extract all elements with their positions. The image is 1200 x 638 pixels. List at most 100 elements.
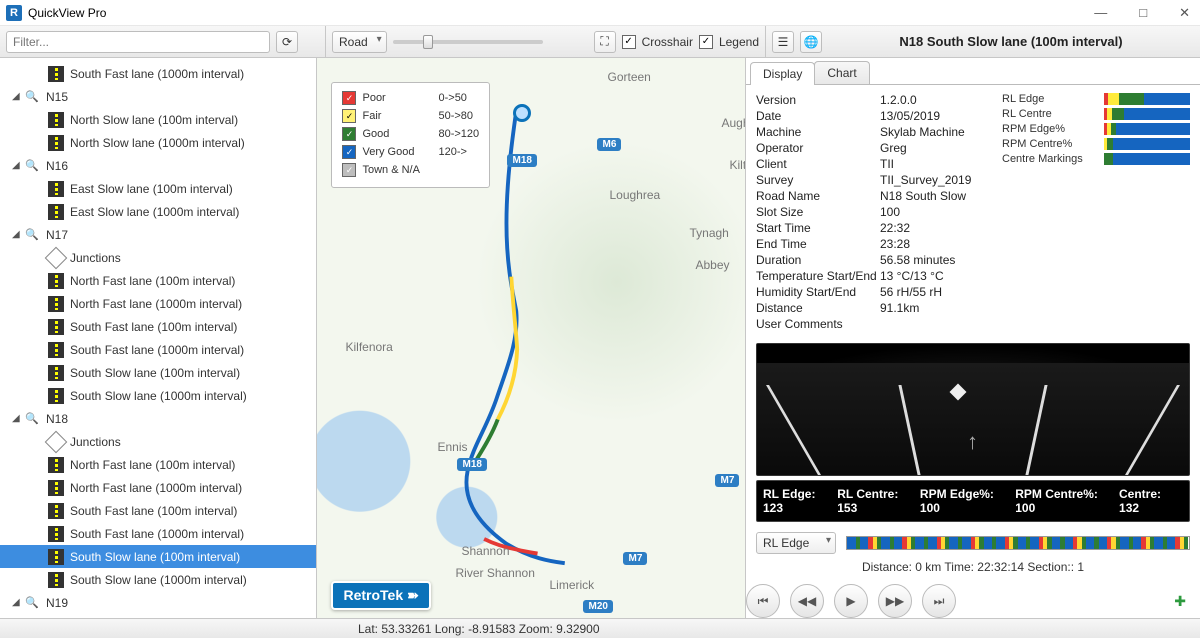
refresh-button[interactable]: ⟳ [276, 31, 298, 53]
tree-item[interactable]: South Fast lane (100m interval) [0, 315, 316, 338]
tree-item[interactable]: North Fast lane (100m interval) [0, 453, 316, 476]
road-badge: M18 [457, 458, 486, 471]
filter-input[interactable] [6, 31, 270, 53]
detail-value: 22:32 [880, 221, 990, 235]
detail-value: Greg [880, 141, 990, 155]
tree-group[interactable]: ◢🔍N18 [0, 407, 316, 430]
detail-value: TII [880, 157, 990, 171]
tab-chart[interactable]: Chart [814, 61, 869, 84]
legend-swatch [342, 145, 356, 159]
tree-item[interactable]: East Slow lane (100m interval) [0, 177, 316, 200]
tree-item[interactable]: East Slow lane (1000m interval) [0, 200, 316, 223]
position-status: Distance: 0 km Time: 22:32:14 Section:: … [746, 556, 1200, 578]
metric-dropdown[interactable]: RL Edge [756, 532, 836, 554]
tree-item[interactable]: North Slow lane (1000m interval) [0, 131, 316, 154]
tree-group[interactable]: ◢🔍N16 [0, 154, 316, 177]
section-strip[interactable] [846, 536, 1190, 550]
minimize-button[interactable]: — [1090, 3, 1111, 23]
list-view-button[interactable]: ☰ [772, 31, 794, 53]
tree-item[interactable]: South Slow lane (1000m interval) [0, 384, 316, 407]
legend-range: 120-> [438, 146, 466, 158]
app-icon: R [6, 5, 22, 21]
tree-label: North Fast lane (1000m interval) [70, 481, 242, 495]
magnify-icon: 🔍 [24, 595, 40, 611]
lane-icon [48, 526, 64, 542]
tree-item[interactable]: South Slow lane (1000m interval) [0, 568, 316, 591]
lane-icon [48, 66, 64, 82]
tree-label: East Slow lane (1000m interval) [70, 205, 239, 219]
legend-label: Legend [719, 35, 759, 49]
tree-item[interactable]: North Fast lane (1000m interval) [0, 476, 316, 499]
tree-item[interactable]: North Fast lane (100m interval) [0, 614, 316, 618]
skip-start-button[interactable]: ⏮ [746, 584, 780, 618]
tree-item[interactable]: South Fast lane (1000m interval) [0, 522, 316, 545]
tree-label: North Slow lane (100m interval) [70, 113, 238, 127]
map-mode-dropdown[interactable]: Road [332, 31, 387, 53]
play-button[interactable]: ▶ [834, 584, 868, 618]
magnify-icon: 🔍 [24, 89, 40, 105]
sidebar-tree[interactable]: South Fast lane (1000m interval)◢🔍N15Nor… [0, 58, 317, 618]
tab-display[interactable]: Display [750, 62, 815, 85]
lane-icon [48, 319, 64, 335]
magnify-icon: 🔍 [24, 411, 40, 427]
junction-icon [45, 430, 68, 453]
tree-item[interactable]: Junctions [0, 430, 316, 453]
app-title: QuickView Pro [28, 6, 106, 20]
mini-bar [1104, 153, 1190, 165]
tree-item[interactable]: North Fast lane (1000m interval) [0, 292, 316, 315]
tree-item[interactable]: South Fast lane (1000m interval) [0, 62, 316, 85]
road-badge: M7 [715, 474, 739, 487]
tree-label: N19 [46, 596, 68, 610]
detail-key: Duration [756, 253, 880, 267]
tree-item[interactable]: North Fast lane (100m interval) [0, 269, 316, 292]
crosshair-checkbox[interactable] [622, 35, 636, 49]
tree-label: South Slow lane (100m interval) [70, 550, 240, 564]
legend-checkbox[interactable] [699, 35, 713, 49]
close-button[interactable]: ✕ [1175, 3, 1194, 23]
road-badge: M7 [623, 552, 647, 565]
detail-value: 100 [880, 205, 990, 219]
legend-label: Poor [362, 92, 432, 104]
tree-group[interactable]: ◢🔍N17 [0, 223, 316, 246]
expand-icon: ◢ [12, 91, 24, 102]
map-place-label: Limerick [549, 578, 594, 592]
map-legend: Poor0->50Fair50->80Good80->120Very Good1… [331, 82, 490, 188]
globe-button[interactable]: 🌐 [800, 31, 822, 53]
detail-key: End Time [756, 237, 880, 251]
measurement-overlay: RL Edge: 123RL Centre: 153RPM Edge%: 100… [756, 480, 1190, 522]
tree-item[interactable]: South Slow lane (100m interval) [0, 545, 316, 568]
tree-label: Junctions [70, 435, 121, 449]
forward-button[interactable]: ▶▶ [878, 584, 912, 618]
map-panel[interactable]: GorteenAughriKiltoLoughreaTynaghAbbeyKil… [317, 58, 746, 618]
detail-value: 1.2.0.0 [880, 93, 990, 107]
mini-bar [1104, 93, 1190, 105]
add-marker-icon[interactable]: ✚ [1174, 593, 1186, 610]
overlay-metric: RL Edge: 123 [763, 487, 837, 515]
tree-item[interactable]: South Fast lane (1000m interval) [0, 338, 316, 361]
tree-item[interactable]: South Slow lane (100m interval) [0, 361, 316, 384]
statusbar: Lat: 53.33261 Long: -8.91583 Zoom: 9.329… [0, 618, 1200, 638]
tree-item[interactable]: South Fast lane (100m interval) [0, 499, 316, 522]
overlay-metric: RPM Edge%: 100 [920, 487, 1015, 515]
tree-item[interactable]: North Slow lane (100m interval) [0, 108, 316, 131]
tree-group[interactable]: ◢🔍N19 [0, 591, 316, 614]
tree-label: South Fast lane (1000m interval) [70, 527, 244, 541]
skip-end-button[interactable]: ⏭ [922, 584, 956, 618]
fullscreen-button[interactable]: ⛶ [594, 31, 616, 53]
tree-item[interactable]: Junctions [0, 246, 316, 269]
magnify-icon: 🔍 [24, 227, 40, 243]
tree-label: South Fast lane (100m interval) [70, 504, 237, 518]
rewind-button[interactable]: ◀◀ [790, 584, 824, 618]
mini-bar [1104, 138, 1190, 150]
tree-group[interactable]: ◢🔍N15 [0, 85, 316, 108]
tree-label: North Fast lane (100m interval) [70, 458, 235, 472]
legend-swatch [342, 109, 356, 123]
zoom-slider[interactable] [393, 40, 543, 44]
lane-icon [48, 296, 64, 312]
magnify-icon: 🔍 [24, 158, 40, 174]
lane-icon [48, 457, 64, 473]
maximize-button[interactable]: □ [1135, 3, 1151, 23]
titlebar: R QuickView Pro — □ ✕ [0, 0, 1200, 26]
detail-key: Humidity Start/End [756, 285, 880, 299]
lane-icon [48, 204, 64, 220]
